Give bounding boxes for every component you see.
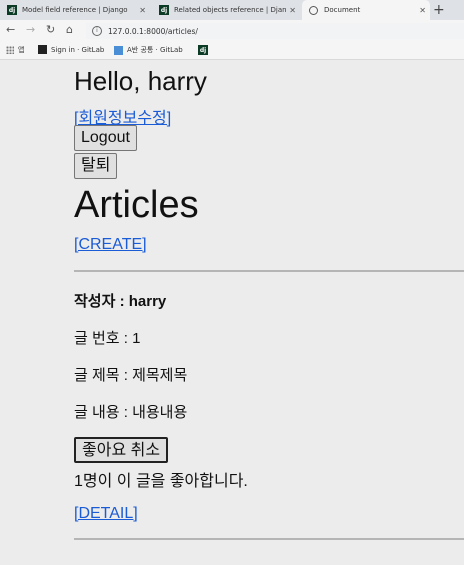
django-icon: dj (7, 5, 17, 15)
divider (74, 270, 464, 272)
django-icon: dj (159, 5, 169, 15)
address-bar-row: ← → ↻ ⌂ i 127.0.0.1:8000/articles/ (0, 20, 464, 42)
url-field[interactable]: i 127.0.0.1:8000/articles/ (86, 23, 464, 39)
divider (74, 538, 464, 540)
article-title: 글 제목 : 제목제목 (74, 367, 188, 384)
gitlab-icon (114, 45, 123, 55)
forward-icon[interactable]: → (26, 23, 35, 36)
greeting-heading: Hello, harry (74, 66, 207, 96)
close-icon[interactable]: ✕ (139, 6, 146, 15)
bookmark-item[interactable]: A반 공통 · GitLab (114, 45, 183, 55)
home-icon[interactable]: ⌂ (66, 23, 73, 36)
bookmark-label: A반 공통 · GitLab (127, 46, 183, 54)
close-icon[interactable]: ✕ (289, 6, 296, 15)
apps-grid-icon (6, 46, 14, 54)
page-title: Articles (74, 184, 199, 226)
withdraw-button[interactable]: 탈퇴 (74, 153, 118, 179)
browser-tab-bar: dj Model field reference | Django ✕ dj R… (0, 0, 464, 21)
browser-tab[interactable]: dj Related objects reference | Djan ✕ (152, 0, 300, 20)
info-icon[interactable]: i (92, 26, 102, 36)
close-icon[interactable]: ✕ (419, 6, 426, 15)
bookmark-label: Sign in · GitLab (51, 45, 105, 54)
apps-label: 앱 (18, 46, 25, 54)
browser-tab[interactable]: dj Model field reference | Django ✕ (0, 0, 150, 20)
unlike-button[interactable]: 좋아요 취소 (74, 437, 169, 463)
back-icon[interactable]: ← (6, 23, 15, 36)
bookmark-item[interactable]: dj (198, 45, 208, 55)
tab-title: Related objects reference | Djan (174, 6, 287, 14)
article-content: 글 내용 : 내용내용 (74, 404, 188, 421)
browser-tab-active[interactable]: Document ✕ (302, 0, 430, 20)
reload-icon[interactable]: ↻ (46, 23, 55, 36)
article-number: 글 번호 : 1 (74, 330, 141, 347)
logout-button[interactable]: Logout (74, 125, 137, 151)
create-link[interactable]: [CREATE] (74, 236, 147, 254)
tab-title: Model field reference | Django (22, 6, 128, 14)
tab-title: Document (324, 6, 361, 14)
url-text: 127.0.0.1:8000/articles/ (108, 26, 198, 36)
bookmarks-bar: 앱 Sign in · GitLab A반 공통 · GitLab dj (0, 42, 464, 60)
like-count-text: 1명이 이 글을 좋아합니다. (74, 473, 248, 490)
article-author: 작성자 : harry (74, 293, 167, 310)
bookmark-item[interactable]: Sign in · GitLab (38, 45, 104, 54)
detail-link[interactable]: [DETAIL] (74, 505, 138, 523)
apps-bookmark[interactable]: 앱 (6, 45, 24, 55)
bookmark-doc-icon (38, 45, 47, 54)
globe-icon (309, 5, 318, 15)
django-icon: dj (198, 45, 208, 55)
new-tab-icon[interactable]: + (433, 2, 445, 18)
